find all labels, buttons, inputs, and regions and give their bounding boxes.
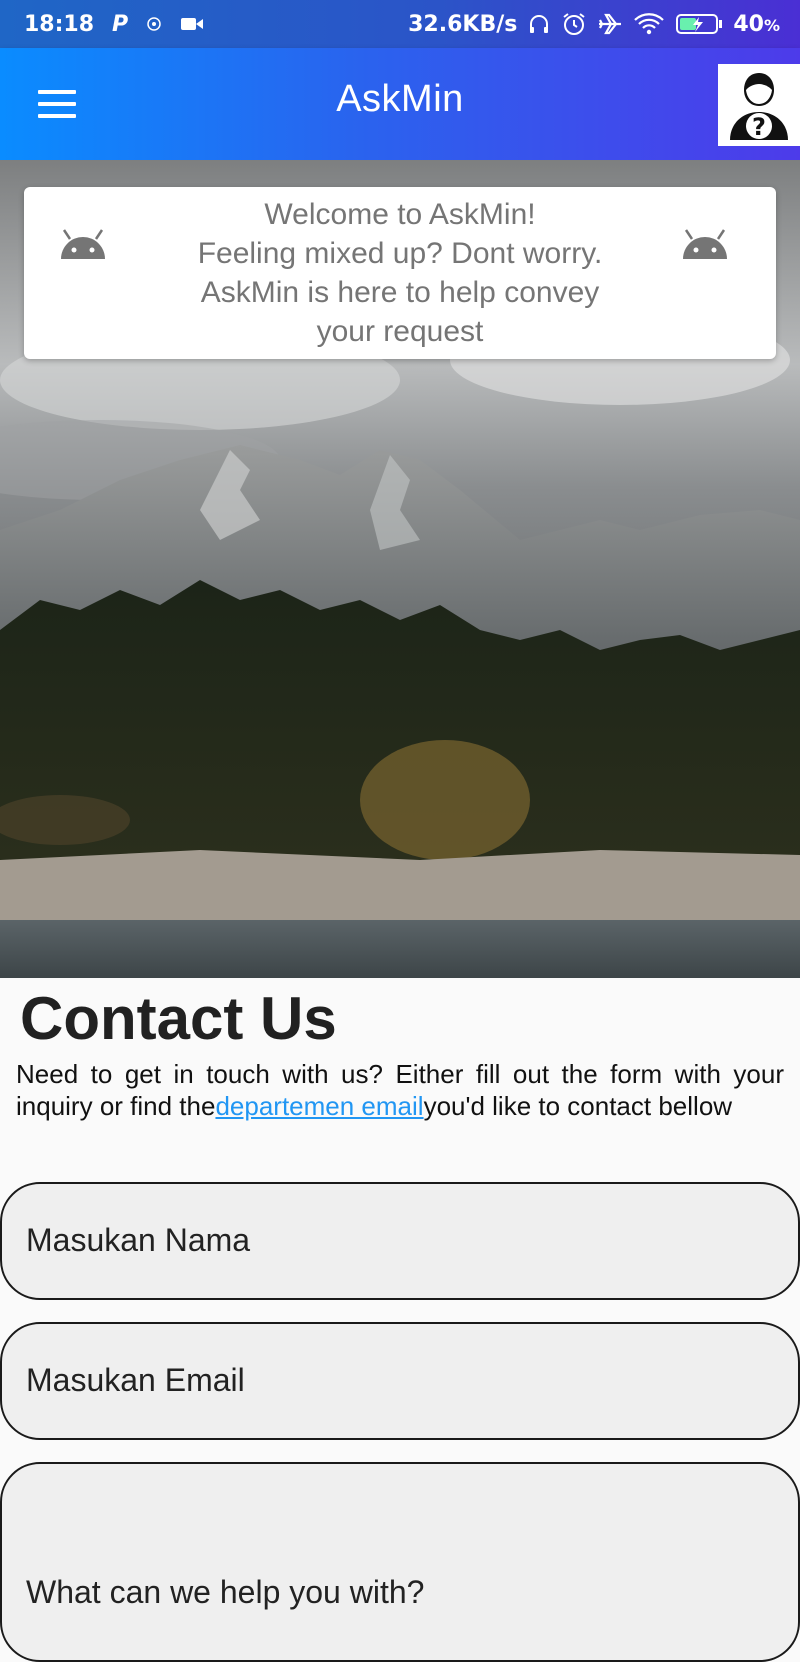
battery-level: 40: [733, 11, 764, 37]
android-icon: [683, 229, 727, 259]
welcome-line-4: your request: [316, 315, 484, 348]
status-time: 18:18: [24, 11, 95, 37]
contact-title: Contact Us: [20, 985, 337, 1052]
welcome-line-1: Welcome to AskMin!: [264, 198, 536, 231]
network-speed: 32.6KB/s: [408, 11, 518, 37]
app-title: AskMin: [336, 78, 464, 120]
battery-unit: %: [763, 15, 780, 35]
contact-desc-after: you'd like to contact bellow: [423, 1091, 733, 1121]
airplane-icon: [599, 13, 622, 35]
message-input[interactable]: [26, 1574, 798, 1611]
name-input[interactable]: [26, 1222, 798, 1259]
wifi-icon: [634, 13, 665, 35]
welcome-message: Welcome to AskMin! Feeling mixed up? Don…: [194, 195, 606, 351]
contact-section: Contact Us Need to get in touch with us?…: [0, 978, 800, 1662]
android-icon: [61, 229, 105, 259]
name-field[interactable]: [0, 1182, 800, 1300]
support-avatar-icon: ?: [730, 73, 788, 141]
alarm-icon: [563, 13, 585, 35]
contact-description: Need to get in touch with us? Either fil…: [16, 1058, 784, 1122]
headphones-icon: [530, 15, 549, 33]
svg-text:?: ?: [752, 113, 766, 141]
welcome-line-3: AskMin is here to help convey: [200, 276, 600, 309]
video-icon: [181, 18, 204, 30]
departemen-email-link[interactable]: departemen email: [215, 1091, 423, 1121]
message-field[interactable]: [0, 1462, 800, 1662]
app-bar: AskMin ?: [0, 48, 800, 160]
support-avatar-button[interactable]: ?: [718, 64, 800, 146]
battery-icon: [676, 14, 723, 34]
email-input[interactable]: [26, 1362, 798, 1399]
email-field[interactable]: [0, 1322, 800, 1440]
status-bar: 18:18 P 32.6KB/s 40%: [0, 0, 800, 48]
signal-app-icon: [147, 17, 161, 31]
welcome-line-2: Feeling mixed up? Dont worry.: [197, 237, 603, 270]
p-badge-icon: P: [112, 11, 129, 37]
welcome-card: Welcome to AskMin! Feeling mixed up? Don…: [24, 187, 776, 359]
